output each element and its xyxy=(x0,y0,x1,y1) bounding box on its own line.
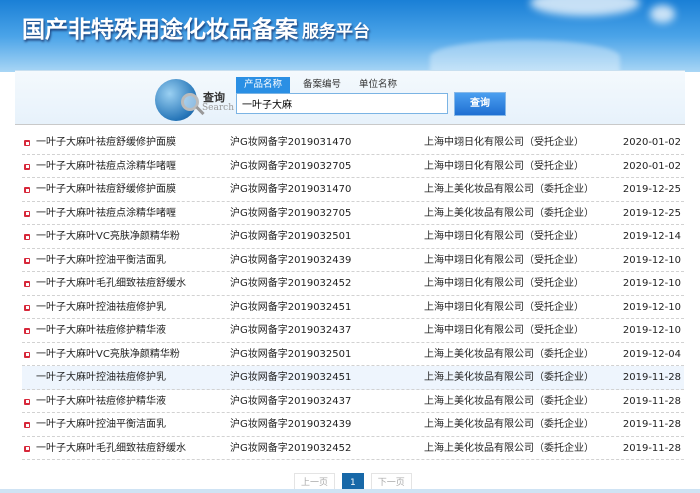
record-number: 沪G妆网备字2019032705 xyxy=(230,207,352,219)
record-number: 沪G妆网备字2019031470 xyxy=(230,137,352,148)
bullet-icon xyxy=(24,187,30,193)
company-name: 上海上美化妆品有限公司（委托企业） xyxy=(424,419,594,430)
table-row[interactable]: 一叶子大麻叶毛孔细致祛痘舒缓水 沪G妆网备字2019032452 上海上美化妆品有限… xyxy=(22,437,684,460)
bullet-icon xyxy=(24,140,30,146)
product-name-link[interactable]: 一叶子大麻叶毛孔细致祛痘舒缓水 xyxy=(36,272,186,295)
bullet-icon xyxy=(24,328,30,334)
bullet-icon xyxy=(24,304,30,311)
footer-strip xyxy=(0,489,700,493)
search-button[interactable]: 查询 xyxy=(454,92,506,116)
record-number: 沪G妆网备字2019032452 xyxy=(230,278,352,289)
table-row[interactable]: 一叶子大麻叶祛痘舒缓修护面膜 沪G妆网备字2019031470 上海上美化妆品有限公… xyxy=(22,178,684,202)
table-row[interactable]: 一叶子大麻叶祛痘点涂精华啫喱 沪G妆网备字2019032705 上海上美化妆品有限公… xyxy=(22,202,684,225)
product-name-link[interactable]: 一叶子大麻叶祛痘舒缓修护面膜 xyxy=(36,178,176,201)
bullet-icon xyxy=(24,351,30,358)
record-number: 沪G妆网备字2019032705 xyxy=(230,160,352,172)
record-number: 沪G妆网备字2019032452 xyxy=(230,442,352,454)
company-name: 上海中翊日化有限公司（受托企业） xyxy=(424,231,584,242)
bullet-icon xyxy=(24,257,30,264)
company-name: 上海中翊日化有限公司（受托企业） xyxy=(424,137,584,148)
record-date: 2020-01-02 xyxy=(622,137,681,148)
product-name-link[interactable]: 一叶子大麻叶祛痘修护精华液 xyxy=(36,390,166,413)
bullet-icon xyxy=(24,422,30,428)
table-row[interactable]: 一叶子大麻叶控油祛痘修护乳 沪G妆网备字2019032451 上海中翊日化有限公司（… xyxy=(22,296,684,319)
table-row[interactable]: 一叶子大麻叶毛孔细致祛痘舒缓水 沪G妆网备字2019032452 上海中翊日化有限公… xyxy=(22,272,684,296)
company-name: 上海中翊日化有限公司（受托企业） xyxy=(424,160,584,172)
record-number: 沪G妆网备字2019032439 xyxy=(230,254,352,266)
company-name: 上海上美化妆品有限公司（委托企业） xyxy=(424,348,594,360)
results-list: 一叶子大麻叶祛痘舒缓修护面膜 沪G妆网备字2019031470 上海中翊日化有限公司… xyxy=(22,131,684,460)
company-name: 上海中翊日化有限公司（受托企业） xyxy=(424,278,584,289)
company-name: 上海上美化妆品有限公司（委托企业） xyxy=(424,207,594,219)
table-row[interactable]: 一叶子大麻叶VC亮肤净颜精华粉 沪G妆网备字2019032501 上海上美化妆品有限… xyxy=(22,343,684,366)
bullet-icon xyxy=(24,234,30,240)
bullet-icon xyxy=(24,163,30,170)
product-name-link[interactable]: 一叶子大麻叶控油祛痘修护乳 xyxy=(36,366,166,389)
table-row[interactable]: 一叶子大麻叶祛痘舒缓修护面膜 沪G妆网备字2019031470 上海中翊日化有限公司… xyxy=(22,131,684,155)
table-row[interactable]: 一叶子大麻叶控油祛痘修护乳 沪G妆网备字2019032451 上海上美化妆品有限公司… xyxy=(22,366,684,390)
record-date: 2020-01-02 xyxy=(622,160,681,172)
tab-company-name[interactable]: 单位名称 xyxy=(351,77,405,93)
company-name: 上海中翊日化有限公司（受托企业） xyxy=(424,254,584,266)
record-date: 2019-11-28 xyxy=(622,395,681,407)
table-row[interactable]: 一叶子大麻叶控油平衡洁面乳 沪G妆网备字2019032439 上海上美化妆品有限公司… xyxy=(22,413,684,437)
product-name-link[interactable]: 一叶子大麻叶控油平衡洁面乳 xyxy=(36,249,166,272)
record-date: 2019-12-10 xyxy=(622,254,681,266)
record-date: 2019-11-28 xyxy=(622,372,681,383)
tab-product-name[interactable]: 产品名称 xyxy=(236,77,291,93)
product-name-link[interactable]: 一叶子大麻叶VC亮肤净颜精华粉 xyxy=(36,225,180,248)
table-row[interactable]: 一叶子大麻叶祛痘点涂精华啫喱 沪G妆网备字2019032705 上海中翊日化有限公司… xyxy=(22,155,684,178)
company-name: 上海中翊日化有限公司（受托企业） xyxy=(424,325,584,336)
record-date: 2019-12-10 xyxy=(622,325,681,336)
product-name-link[interactable]: 一叶子大麻叶祛痘舒缓修护面膜 xyxy=(36,131,176,154)
company-name: 上海上美化妆品有限公司（委托企业） xyxy=(424,184,594,195)
table-row[interactable]: 一叶子大麻叶VC亮肤净颜精华粉 沪G妆网备字2019032501 上海中翊日化有限公… xyxy=(22,225,684,249)
record-number: 沪G妆网备字2019032437 xyxy=(230,395,352,407)
record-date: 2019-12-25 xyxy=(622,207,681,219)
record-date: 2019-12-10 xyxy=(622,301,681,313)
company-name: 上海上美化妆品有限公司（委托企业） xyxy=(424,372,594,383)
company-name: 上海上美化妆品有限公司（委托企业） xyxy=(424,442,594,454)
bullet-icon xyxy=(24,398,30,405)
record-date: 2019-12-25 xyxy=(622,184,681,195)
company-name: 上海中翊日化有限公司（受托企业） xyxy=(424,301,584,313)
product-name-link[interactable]: 一叶子大麻叶控油平衡洁面乳 xyxy=(36,413,166,436)
search-label-en: Search xyxy=(202,103,234,113)
record-number: 沪G妆网备字2019031470 xyxy=(230,184,352,195)
record-number: 沪G妆网备字2019032439 xyxy=(230,419,352,430)
record-date: 2019-12-04 xyxy=(622,348,681,360)
search-panel: 查询 Search 产品名称 备案编号 单位名称 查询 xyxy=(15,70,685,125)
bullet-icon xyxy=(24,445,30,452)
record-date: 2019-12-14 xyxy=(622,231,681,242)
record-number: 沪G妆网备字2019032501 xyxy=(230,348,352,360)
title-sub: 服务平台 xyxy=(302,22,370,42)
record-number: 沪G妆网备字2019032501 xyxy=(230,231,352,242)
header-banner: 国产非特殊用途化妆品备案 服务平台 xyxy=(0,0,700,72)
product-name-link[interactable]: 一叶子大麻叶毛孔细致祛痘舒缓水 xyxy=(36,437,186,460)
record-date: 2019-11-28 xyxy=(622,419,681,430)
product-name-link[interactable]: 一叶子大麻叶控油祛痘修护乳 xyxy=(36,296,166,319)
table-row[interactable]: 一叶子大麻叶祛痘修护精华液 沪G妆网备字2019032437 上海上美化妆品有限公司… xyxy=(22,390,684,413)
product-name-link[interactable]: 一叶子大麻叶祛痘修护精华液 xyxy=(36,319,166,342)
record-date: 2019-12-10 xyxy=(622,278,681,289)
product-name-link[interactable]: 一叶子大麻叶VC亮肤净颜精华粉 xyxy=(36,343,180,366)
tab-record-number[interactable]: 备案编号 xyxy=(295,77,349,93)
record-number: 沪G妆网备字2019032451 xyxy=(230,372,352,383)
record-number: 沪G妆网备字2019032437 xyxy=(230,325,352,336)
record-date: 2019-11-28 xyxy=(622,442,681,454)
site-title: 国产非特殊用途化妆品备案 服务平台 xyxy=(22,10,370,44)
record-number: 沪G妆网备字2019032451 xyxy=(230,301,352,313)
product-name-link[interactable]: 一叶子大麻叶祛痘点涂精华啫喱 xyxy=(36,155,176,178)
bullet-icon xyxy=(24,210,30,217)
bullet-icon xyxy=(24,281,30,287)
table-row[interactable]: 一叶子大麻叶控油平衡洁面乳 沪G妆网备字2019032439 上海中翊日化有限公司（… xyxy=(22,249,684,272)
company-name: 上海上美化妆品有限公司（委托企业） xyxy=(424,395,594,407)
table-row[interactable]: 一叶子大麻叶祛痘修护精华液 沪G妆网备字2019032437 上海中翊日化有限公司（… xyxy=(22,319,684,343)
product-name-link[interactable]: 一叶子大麻叶祛痘点涂精华啫喱 xyxy=(36,202,176,225)
title-main: 国产非特殊用途化妆品备案 xyxy=(22,16,298,43)
search-input[interactable] xyxy=(236,93,448,114)
